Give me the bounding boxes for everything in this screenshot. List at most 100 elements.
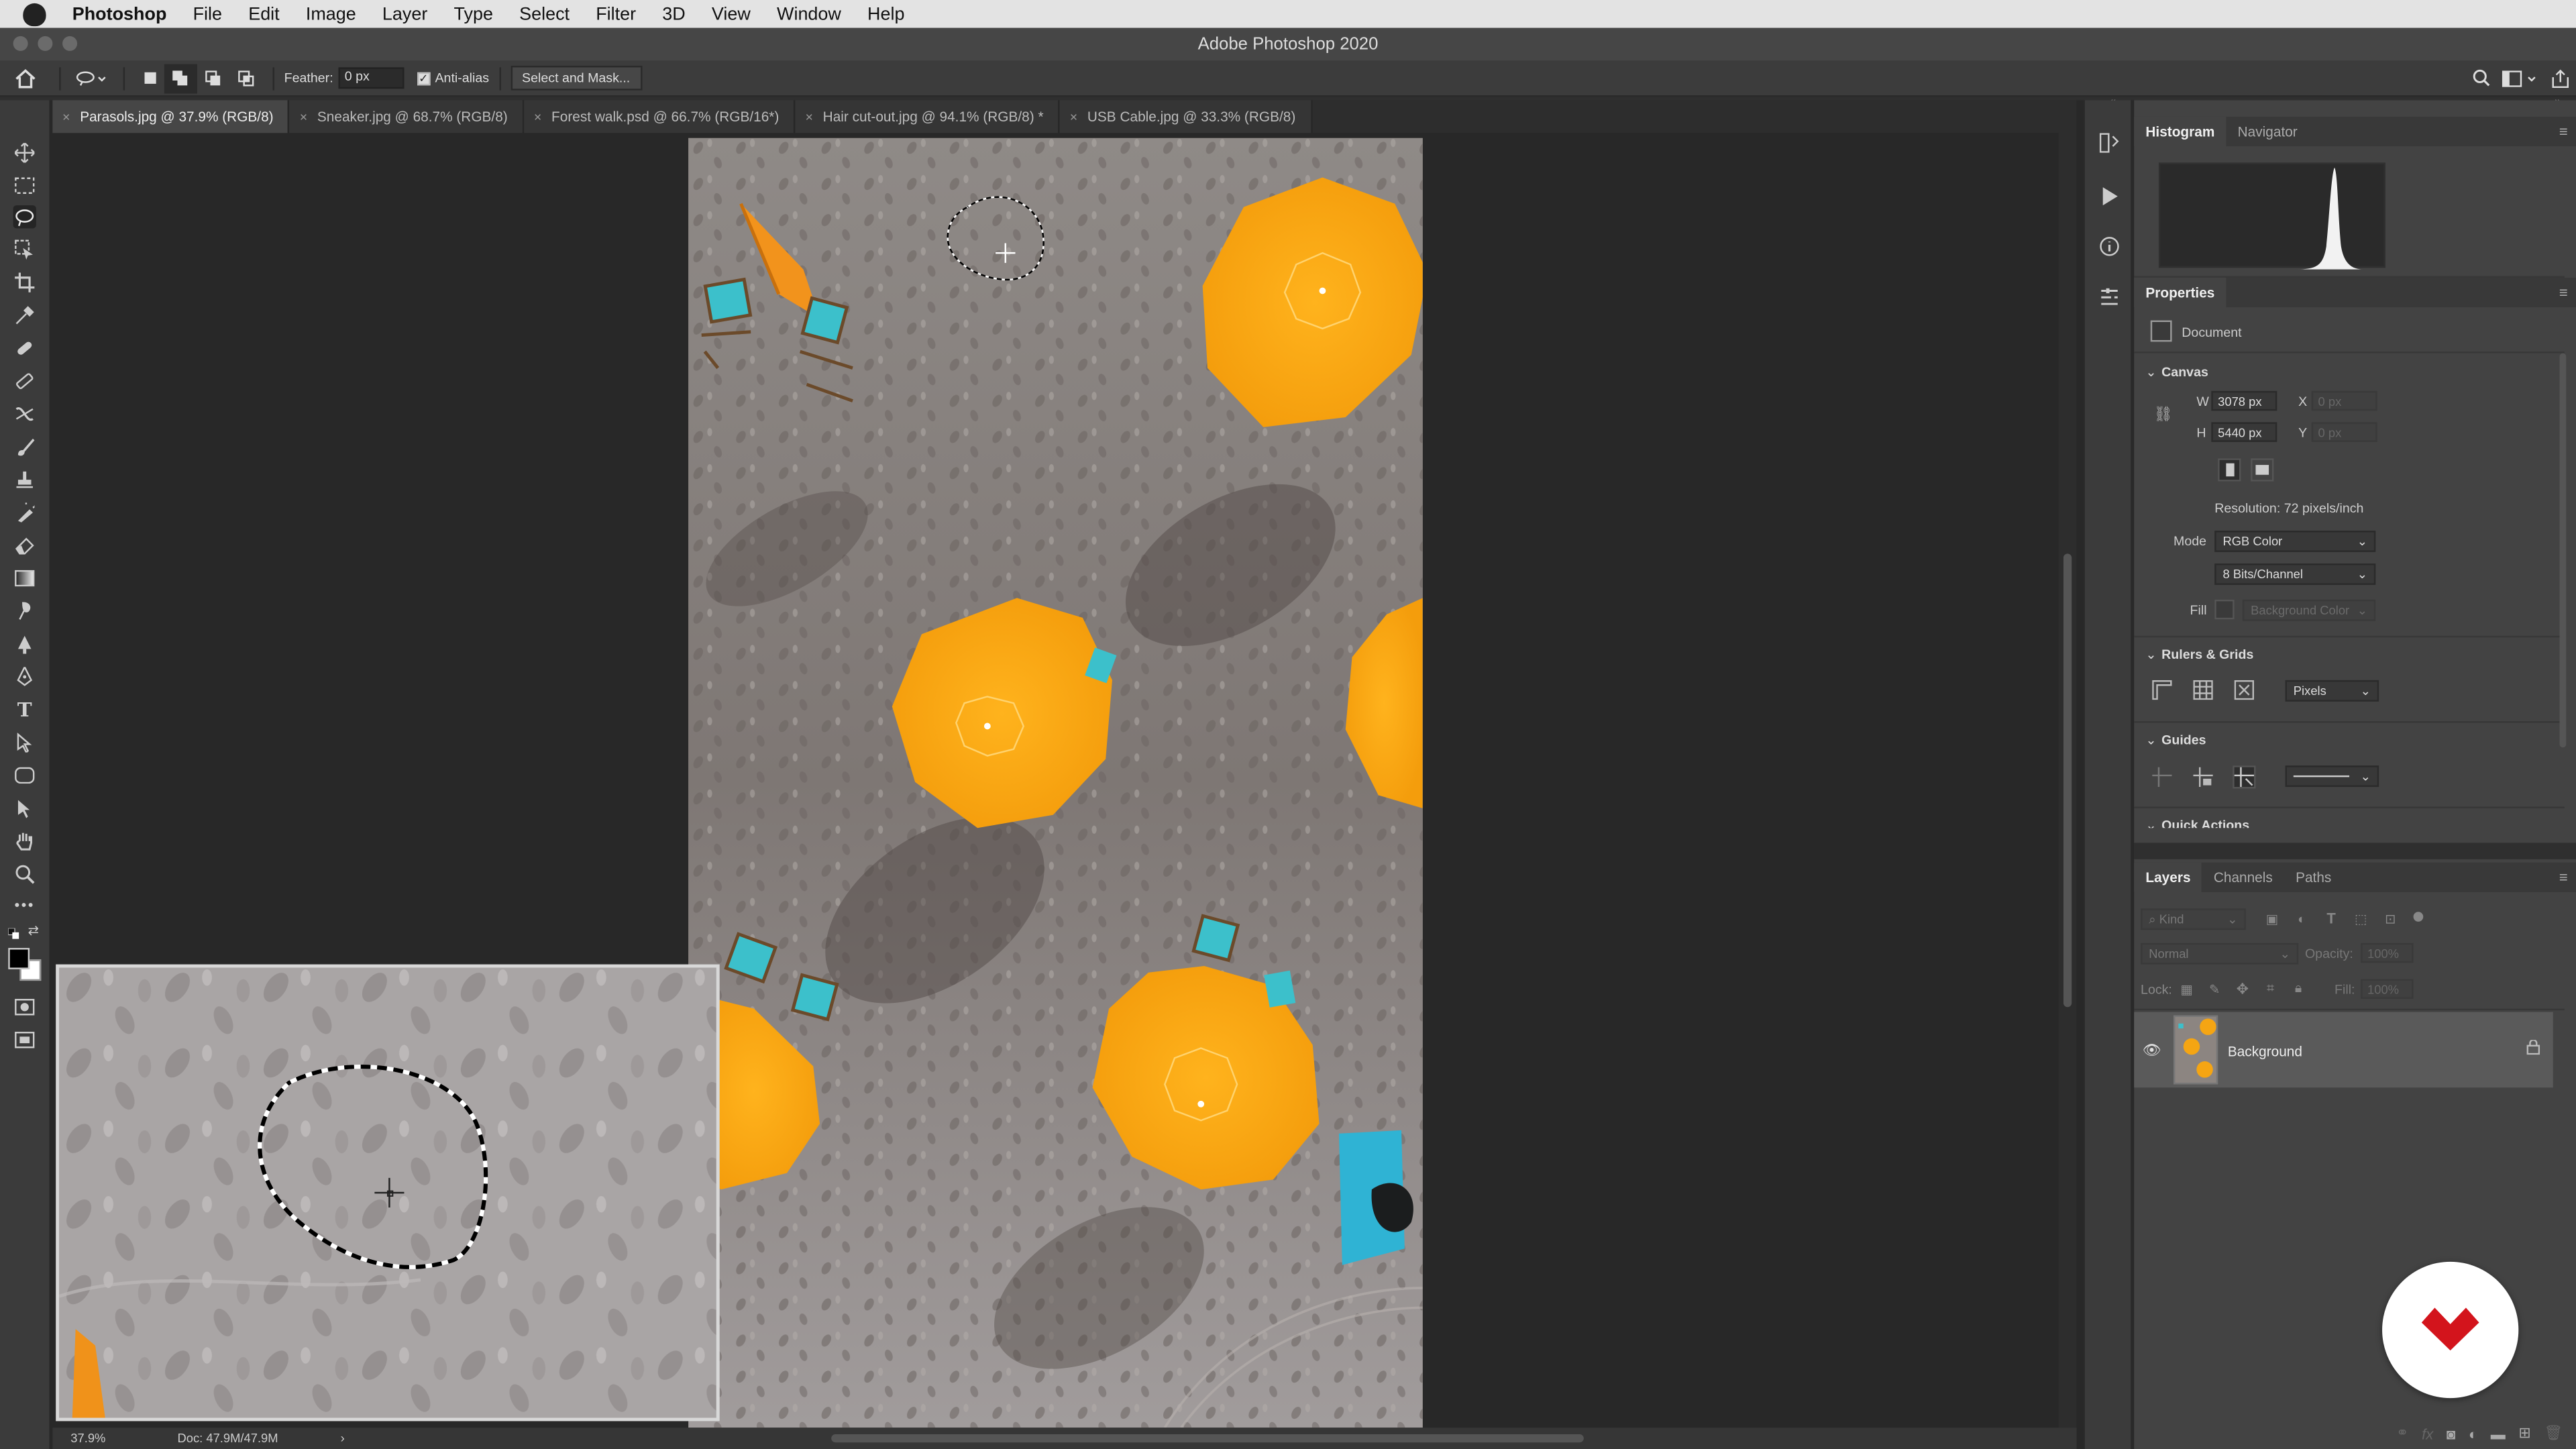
smudge-tool-icon[interactable] [13,600,36,623]
lock-transparent-icon[interactable]: ▦ [2175,977,2198,1000]
menu-view[interactable]: View [698,4,763,23]
menu-app-name[interactable]: Photoshop [59,4,180,23]
type-tool-icon[interactable]: T [13,698,36,721]
ruler-units-select[interactable]: Pixels ⌄ [2285,680,2379,702]
close-tab-icon[interactable]: × [534,109,541,124]
properties-panel-icon[interactable] [2096,284,2123,311]
panel-menu-icon[interactable]: ≡ [2559,869,2568,885]
add-mask-icon[interactable]: ◙ [2447,1426,2455,1442]
marquee-tool-icon[interactable] [13,174,36,197]
vertical-scroll-thumb[interactable] [2063,553,2072,1008]
add-to-selection-icon[interactable] [164,63,197,93]
bit-depth-select[interactable]: 8 Bits/Channel ⌄ [2214,564,2376,585]
patch-tool-icon[interactable] [13,402,36,425]
adjustment-layer-icon[interactable]: ◐ [2469,1426,2477,1442]
move-tool-icon[interactable] [13,142,36,164]
opacity-field[interactable]: 100% [2361,943,2414,963]
quick-mask-icon[interactable] [13,996,36,1018]
adjustment-filter-icon[interactable]: ◐ [2290,907,2313,930]
shape-tool-icon[interactable] [13,764,36,787]
vertical-scrollbar[interactable] [2058,133,2077,1428]
lasso-tool-icon[interactable] [13,205,36,229]
close-tab-icon[interactable]: × [1070,109,1077,124]
tab-usb-cable[interactable]: × USB Cable.jpg @ 33.3% (RGB/8) [1060,100,1312,133]
status-menu-arrow[interactable]: › [341,1431,345,1446]
blend-mode-select[interactable]: Normal ⌄ [2141,943,2299,965]
panel-menu-icon[interactable]: ≡ [2559,284,2568,301]
visibility-eye-icon[interactable]: 👁︎ [2142,1042,2161,1060]
menu-type[interactable]: Type [441,4,506,23]
horizontal-scroll-thumb[interactable] [831,1434,1584,1443]
smart-object-filter-icon[interactable]: ⊡ [2379,907,2402,930]
screen-mode-icon[interactable] [13,1028,36,1051]
guides-section-title[interactable]: ⌄ Guides [2145,733,2206,747]
tab-forest-walk[interactable]: × Forest walk.psd @ 66.7% (RGB/16*) [524,100,796,133]
fill-swatch[interactable] [2214,599,2235,620]
history-panel-icon[interactable] [2096,129,2123,156]
share-icon[interactable] [2543,63,2576,93]
close-tab-icon[interactable]: × [806,109,813,124]
close-tab-icon[interactable]: × [300,109,307,124]
zoom-tool-icon[interactable] [13,863,36,885]
antialias-checkbox[interactable]: ✓ [417,71,431,85]
dodge-tool-icon[interactable] [13,633,36,655]
grid-icon[interactable] [2192,678,2214,701]
new-group-icon[interactable]: ▬ [2491,1426,2506,1442]
fx-icon[interactable]: fx [2422,1426,2433,1442]
lock-position-icon[interactable]: ✥ [2231,977,2254,1000]
layer-name[interactable]: Background [2228,1043,2302,1059]
fill-opacity-field[interactable]: 100% [2361,979,2414,999]
panel-menu-icon[interactable]: ≡ [2559,123,2568,140]
close-window-button[interactable] [13,36,28,51]
mode-select[interactable]: RGB Color ⌄ [2214,531,2376,552]
foreground-color-swatch[interactable] [8,948,30,969]
landscape-orientation-icon[interactable] [2251,458,2274,482]
search-icon[interactable] [2464,63,2497,93]
properties-scrollbar[interactable] [2559,353,2567,748]
pixel-grid-icon[interactable] [2233,678,2255,701]
layer-row-background[interactable]: 👁︎ Background [2134,1012,2553,1088]
pen-tool-icon[interactable] [13,665,36,688]
lasso-preset-icon[interactable] [70,63,113,93]
paint-brush-icon[interactable] [13,435,36,458]
canvas-section-title[interactable]: ⌄ Canvas [2145,365,2208,380]
zoom-level[interactable]: 37.9% [70,1431,177,1446]
info-icon[interactable] [2096,233,2123,260]
workspace-icon[interactable] [2497,63,2543,93]
minimize-window-button[interactable] [38,36,53,51]
object-selection-tool-icon[interactable] [13,238,36,261]
direct-selection-icon[interactable] [13,797,36,820]
tab-sneaker[interactable]: × Sneaker.jpg @ 68.7% (RGB/8) [290,100,525,133]
crop-tool-icon[interactable] [13,271,36,294]
menu-edit[interactable]: Edit [235,4,293,23]
menu-3d[interactable]: 3D [649,4,699,23]
shape-filter-icon[interactable]: ⬚ [2349,907,2372,930]
tab-properties[interactable]: Properties [2134,277,2226,307]
layer-filter-kind-select[interactable]: ⌕ Kind ⌄ [2141,908,2246,930]
filter-toggle-icon[interactable] [2413,912,2424,922]
eraser-tool-icon[interactable] [13,534,36,557]
menu-layer[interactable]: Layer [369,4,441,23]
tab-channels[interactable]: Channels [2202,863,2284,892]
gradient-tool-icon[interactable] [13,567,36,590]
actions-play-icon[interactable] [2096,182,2123,209]
home-icon[interactable] [0,63,49,93]
clone-stamp-tool-icon[interactable] [13,468,36,491]
guide-style-select[interactable]: ⌄ [2285,765,2379,788]
document-canvas[interactable] [688,138,1423,1428]
canvas-width-field[interactable]: 3078 px [2211,390,2277,411]
path-selection-tool-icon[interactable] [13,731,36,754]
menu-filter[interactable]: Filter [583,4,649,23]
more-tools-icon[interactable]: ••• [13,894,36,916]
hand-tool-icon[interactable] [13,830,36,853]
tab-histogram[interactable]: Histogram [2134,116,2226,146]
canvas-y-field[interactable]: 0 px [2311,422,2377,442]
canvas-height-field[interactable]: 5440 px [2211,422,2277,442]
type-filter-icon[interactable]: T [2320,907,2343,930]
lock-image-icon[interactable]: ✎ [2203,977,2226,1000]
close-tab-icon[interactable]: × [62,109,70,124]
pixel-filter-icon[interactable]: ▣ [2261,907,2284,930]
link-icon[interactable]: ⛓ [2154,406,2173,424]
fill-select[interactable]: Background Color ⌄ [2242,599,2376,621]
portrait-orientation-icon[interactable] [2218,458,2241,482]
